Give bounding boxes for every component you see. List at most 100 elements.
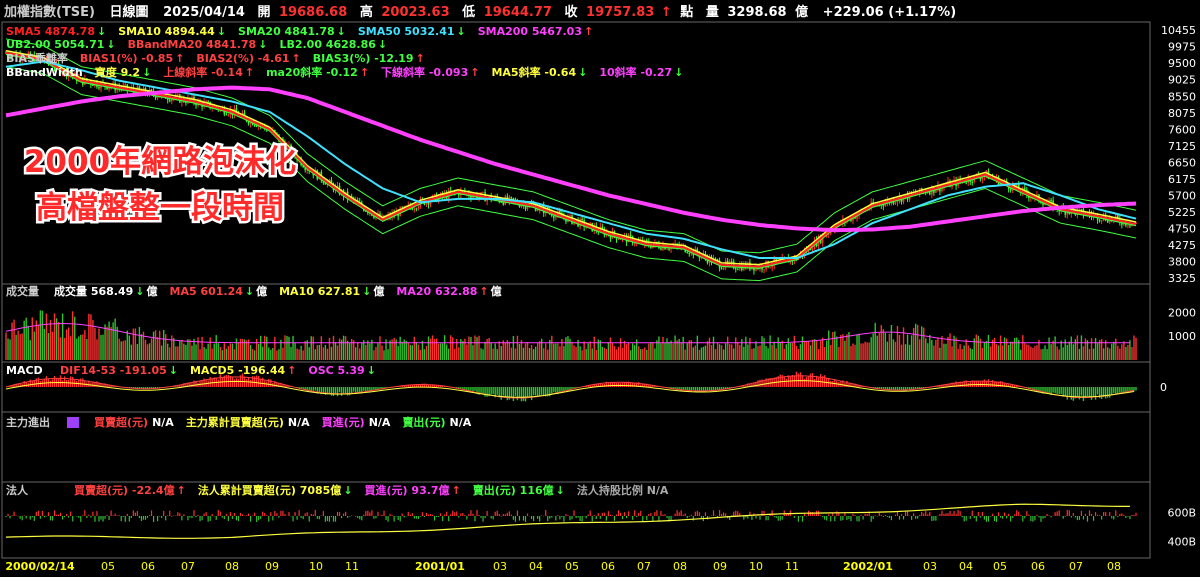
institution-bar [1020,514,1022,516]
volume-bar [961,349,963,360]
institution-bar [446,511,448,516]
volume-bar [828,330,830,360]
volume-bar [292,335,294,360]
main-force-legend-item: 賣出(元) [401,415,445,429]
candle-body [415,208,418,210]
volume-bar [1022,335,1024,360]
institution-bar [1008,513,1010,516]
volume-bar [494,343,496,360]
candle-body [896,201,899,203]
institution-bar [179,513,181,516]
volume-bar [162,329,165,360]
volume-bar [1115,338,1117,360]
institution-bar [880,514,882,516]
institution-bar [632,516,634,520]
institution-bar [977,511,979,516]
macd-osc-bar [522,387,525,401]
volume-bar [359,348,361,360]
institution-bar [482,516,484,522]
volume-bar [445,344,448,360]
volume-bar [417,344,420,360]
macd-osc-bar [819,374,822,387]
institution-bar [846,516,848,520]
institution-bar [1119,513,1121,516]
sma-legend-item: SMA10 4894.44 [118,25,215,38]
macd-osc-bar [464,387,466,390]
macd-osc-bar [1070,387,1073,400]
volume-bar [227,346,230,360]
x-axis-tick: 06 [141,560,155,573]
volume-bar [72,311,74,360]
volume-bar [830,344,832,360]
institution-bar [241,514,244,516]
institution-bar [110,510,112,516]
macd-osc-bar [336,387,339,397]
macd-osc-bar [684,387,686,391]
volume-bar [245,340,248,360]
candle-body [227,114,230,116]
volume-bar [239,338,242,360]
macd-osc-bar [233,379,236,387]
macd-osc-bar [338,387,341,393]
volume-bar [765,346,767,360]
institution-bar [822,516,824,518]
institution-bar [464,514,466,516]
volume-bar [80,334,82,360]
volume-bar [173,338,175,360]
institution-bar [62,516,64,520]
volume-bar [741,339,743,360]
list-icon[interactable] [67,417,79,428]
macd-osc-bar [1054,387,1056,394]
volume-bar [429,338,432,360]
institution-bar [1062,516,1064,519]
macd-osc-bar [332,387,335,396]
candle-body [482,192,484,194]
volume-bar [706,341,709,360]
institution-bar [765,516,767,521]
macd-osc-bar [237,378,240,387]
institution-bar [254,512,256,516]
institution-bar [1001,516,1004,519]
institution-bar [340,516,343,519]
volume-y-tick: 2000 [1168,306,1196,319]
volume-bar [383,350,385,360]
institution-bar [832,513,834,516]
institution-bar [419,516,422,517]
bband-legend: UB2.00 5054.71 ↓ BBandMA20 4841.78 ↓ LB2.00 … [6,38,387,51]
volume-bar [235,338,238,360]
institution-bar [611,515,614,516]
volume-bar [1131,347,1133,360]
volume-bar [724,343,727,360]
macd-osc-bar [621,382,624,387]
volume-bar [282,347,284,360]
institution-bar [506,512,508,516]
volume-bar [642,349,644,360]
volume-bar [595,349,597,360]
institution-bar [913,513,915,516]
volume-bar [43,328,46,360]
bbwidth-legend-item: 上線斜率 -0.14 [163,65,243,79]
institution-bar [1048,515,1050,516]
volume-bar [868,342,870,360]
volume-bar [609,337,612,360]
institution-bar [1076,516,1078,521]
institution-bar [530,516,533,520]
price-y-tick: 9500 [1168,57,1196,70]
institution-bar [834,516,836,522]
candle-body [965,182,967,184]
institution-bar [862,516,864,520]
institution-bar [100,516,102,520]
macd-osc-bar [249,379,252,387]
volume-bar [448,348,450,360]
volume-bar [555,343,557,360]
institution-bar [66,514,68,516]
volume-bar [53,313,56,360]
institution-bar [882,516,884,517]
volume-bar [181,339,183,360]
institution-bar [848,516,850,520]
institution-bar [660,511,662,516]
main-force-legend-item: 買進(元) [322,415,365,429]
institution-bar [947,513,949,516]
institution-bar [395,516,397,517]
institution-bar [310,513,312,516]
